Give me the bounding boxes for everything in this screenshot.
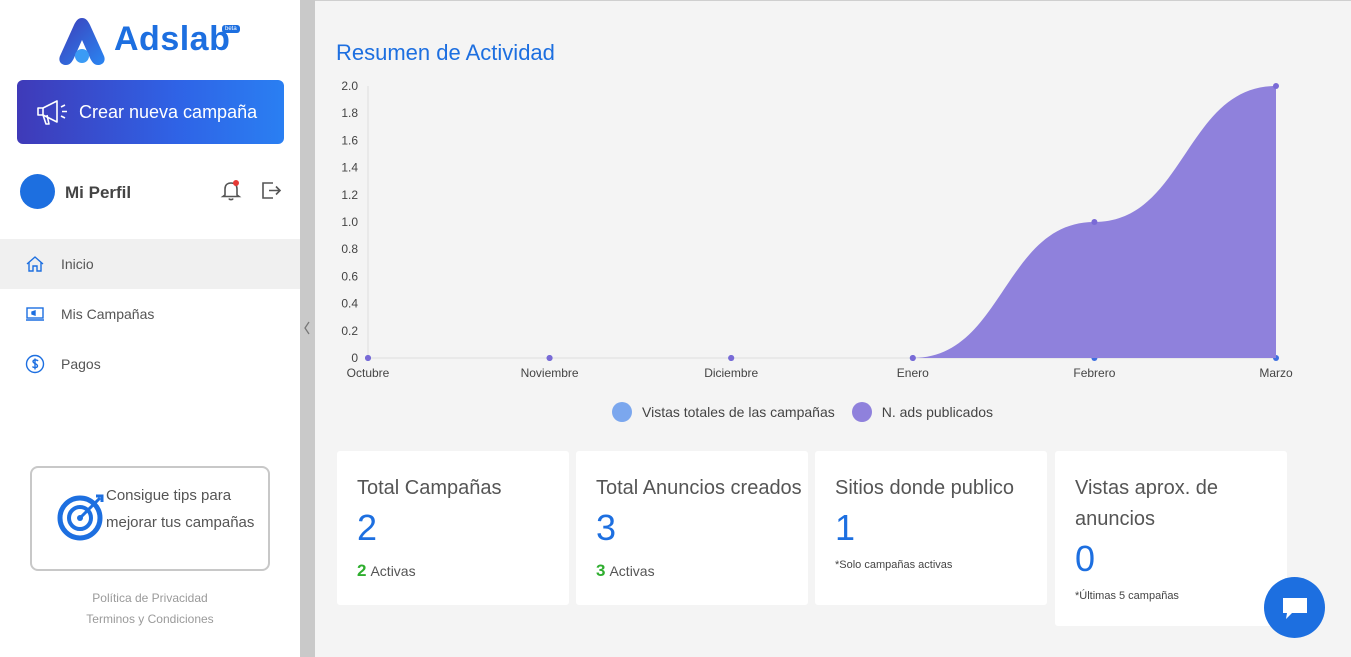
- y-tick-label: 2.0: [341, 79, 358, 93]
- x-tick-label: Marzo: [1259, 366, 1293, 380]
- card-sub-label: Activas: [370, 563, 416, 579]
- logout-icon[interactable]: [260, 179, 282, 201]
- card-sub-label: Activas: [609, 563, 655, 579]
- profile-name[interactable]: Mi Perfil: [65, 183, 131, 203]
- legend-entry-ads[interactable]: N. ads publicados: [851, 402, 994, 422]
- card-total-anuncios: Total Anuncios creados 3 3 Activas: [576, 451, 808, 605]
- page-title: Resumen de Actividad: [336, 40, 555, 65]
- legend-swatch-ads: [851, 402, 872, 422]
- create-campaign-button[interactable]: Crear nueva campaña: [17, 80, 284, 144]
- tips-card[interactable]: Consigue tips para mejorar tus campañas: [30, 466, 270, 571]
- card-title: Sitios donde publico: [835, 477, 1015, 499]
- card-total-campanas: Total Campañas 2 2 Activas: [337, 451, 569, 605]
- card-sub: 2 Activas: [357, 561, 416, 581]
- legend-label-views: Vistas totales de las campañas: [642, 404, 835, 420]
- card-sitios: Sitios donde publico 1 *Solo campañas ac…: [815, 451, 1047, 605]
- data-point-1-4: [1091, 219, 1098, 225]
- app-name: Adslab: [114, 20, 231, 58]
- data-point-1-3: [909, 355, 916, 361]
- top-border: [315, 0, 1351, 1]
- y-tick-label: 1.2: [341, 188, 358, 202]
- activity-chart: 0 0.2 0.4 0.6 0.8 1.0 1.2 1.4 1.6 1.8 2.0 Octubre No…: [341, 79, 1293, 380]
- card-note: *Últimas 5 campañas: [1075, 590, 1179, 602]
- sidebar-item-pagos[interactable]: Pagos: [0, 339, 300, 389]
- profile-section: Mi Perfil: [20, 174, 285, 210]
- megaphone-icon: [37, 100, 67, 125]
- y-tick-label: 0.8: [341, 242, 358, 256]
- legend-entry-views[interactable]: Vistas totales de las campañas: [612, 402, 835, 422]
- target-icon: [57, 494, 104, 541]
- y-tick-label: 1.0: [341, 215, 358, 229]
- card-sub-count: 2: [357, 561, 367, 580]
- logo-mark-icon: [59, 18, 105, 65]
- card-value: 0: [1075, 538, 1096, 579]
- y-tick-label: 0: [351, 351, 358, 365]
- sidebar-item-label: Pagos: [61, 356, 101, 372]
- card-vistas: Vistas aprox. de anuncios 0 *Últimas 5 c…: [1055, 451, 1287, 626]
- card-note: *Solo campañas activas: [835, 559, 953, 571]
- home-icon: [24, 253, 46, 275]
- x-tick-label: Enero: [897, 366, 929, 380]
- card-sub-count: 3: [596, 561, 606, 580]
- footer-links: Política de Privacidad Terminos y Condic…: [0, 588, 300, 630]
- avatar[interactable]: [20, 174, 55, 209]
- privacy-link[interactable]: Política de Privacidad: [0, 588, 300, 609]
- tips-label: Consigue tips para mejorar tus campañas: [106, 487, 255, 531]
- y-tick-label: 0.6: [341, 269, 358, 283]
- data-point-1-2: [728, 355, 735, 361]
- data-point-1-0: [365, 355, 371, 361]
- chevron-left-icon: [304, 321, 310, 335]
- x-tick-label: Octubre: [347, 366, 390, 380]
- y-tick-label: 0.2: [341, 324, 358, 338]
- sidebar-collapse-handle[interactable]: [300, 0, 315, 657]
- campaign-icon: [24, 303, 46, 325]
- legend-swatch-views: [612, 402, 632, 422]
- chat-button[interactable]: [1264, 577, 1325, 638]
- y-tick-label: 0.4: [341, 297, 358, 311]
- y-tick-label: 1.4: [341, 161, 358, 175]
- dollar-icon: [24, 353, 46, 375]
- card-title: Total Campañas: [357, 477, 502, 499]
- sidebar-item-label: Mis Campañas: [61, 306, 155, 322]
- sidebar-item-mis-campanas[interactable]: Mis Campañas: [0, 289, 300, 339]
- card-sub: 3 Activas: [596, 561, 655, 581]
- app-logo[interactable]: Adslab beta: [58, 14, 248, 68]
- x-tick-label: Febrero: [1073, 366, 1115, 380]
- y-tick-label: 1.6: [341, 133, 358, 147]
- card-value: 1: [835, 507, 856, 548]
- sidebar-item-label: Inicio: [61, 256, 94, 272]
- sidebar: Adslab beta Crear nueva campaña Mi Perfi…: [0, 0, 300, 657]
- sidebar-item-inicio[interactable]: Inicio: [0, 239, 300, 289]
- card-title: Vistas aprox. de anuncios: [1075, 477, 1219, 530]
- legend-label-ads: N. ads publicados: [881, 404, 994, 420]
- create-campaign-label: Crear nueva campaña: [79, 101, 258, 122]
- data-point-1-5: [1273, 83, 1279, 89]
- x-tick-label: Noviembre: [521, 366, 579, 380]
- chat-icon: [1282, 597, 1307, 619]
- bell-icon[interactable]: [220, 179, 242, 201]
- data-point-1-1: [546, 355, 553, 361]
- sidebar-nav: Inicio Mis Campañas Pagos: [0, 239, 300, 389]
- card-value: 3: [596, 507, 617, 548]
- card-value: 2: [357, 507, 378, 548]
- beta-badge: beta: [222, 25, 240, 33]
- x-tick-label: Diciembre: [704, 366, 758, 380]
- series-area-1: [368, 86, 1276, 358]
- terms-link[interactable]: Terminos y Condiciones: [0, 609, 300, 630]
- chart-legend: Vistas totales de las campañas N. ads pu…: [612, 402, 1010, 422]
- y-tick-label: 1.8: [341, 106, 358, 120]
- card-title: Total Anuncios creados: [596, 477, 802, 499]
